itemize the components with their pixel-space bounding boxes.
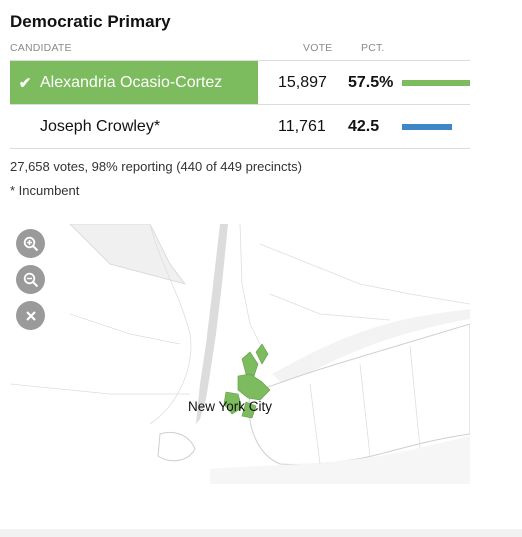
incumbent-footnote: * Incumbent <box>10 183 80 198</box>
vote-share-bar-track <box>402 80 470 86</box>
candidate-name-cell: Joseph Crowley* <box>10 105 258 148</box>
candidate-votes: 15,897 <box>278 74 327 91</box>
results-header: CANDIDATE VOTE PCT. <box>10 36 470 61</box>
candidate-row: ✔ Alexandria Ocasio-Cortez 15,897 57.5% <box>10 61 470 105</box>
map-canvas[interactable] <box>10 224 470 484</box>
zoom-in-icon <box>23 236 38 251</box>
vote-share-bar-track <box>402 124 470 130</box>
candidate-name: Joseph Crowley* <box>40 117 161 135</box>
zoom-out-icon <box>23 272 38 287</box>
checkmark-icon: ✔ <box>18 74 32 92</box>
pct-column-header: PCT. <box>361 42 385 54</box>
candidate-votes: 11,761 <box>278 118 326 135</box>
reporting-summary: 27,658 votes, 98% reporting (440 of 449 … <box>10 159 302 174</box>
zoom-in-button[interactable] <box>16 229 45 258</box>
district-map[interactable] <box>10 224 470 484</box>
map-place-label: New York City <box>188 399 273 414</box>
candidate-row: Joseph Crowley* 11,761 42.5 <box>10 105 470 149</box>
vote-share-bar <box>402 124 453 130</box>
vote-share-bar <box>402 80 470 86</box>
results-table: CANDIDATE VOTE PCT. ✔ Alexandria Ocasio-… <box>10 36 470 149</box>
race-title: Democratic Primary <box>10 12 171 31</box>
candidate-column-header: CANDIDATE <box>10 42 72 54</box>
bottom-divider <box>0 529 522 537</box>
zoom-out-button[interactable] <box>16 265 45 294</box>
close-icon <box>25 310 36 321</box>
reset-map-button[interactable] <box>16 301 45 330</box>
candidate-name: Alexandria Ocasio-Cortez <box>40 73 223 91</box>
candidate-pct: 57.5% <box>348 74 394 91</box>
candidate-name-cell: ✔ Alexandria Ocasio-Cortez <box>10 61 258 104</box>
candidate-pct: 42.5 <box>348 118 380 135</box>
vote-column-header: VOTE <box>303 42 333 54</box>
